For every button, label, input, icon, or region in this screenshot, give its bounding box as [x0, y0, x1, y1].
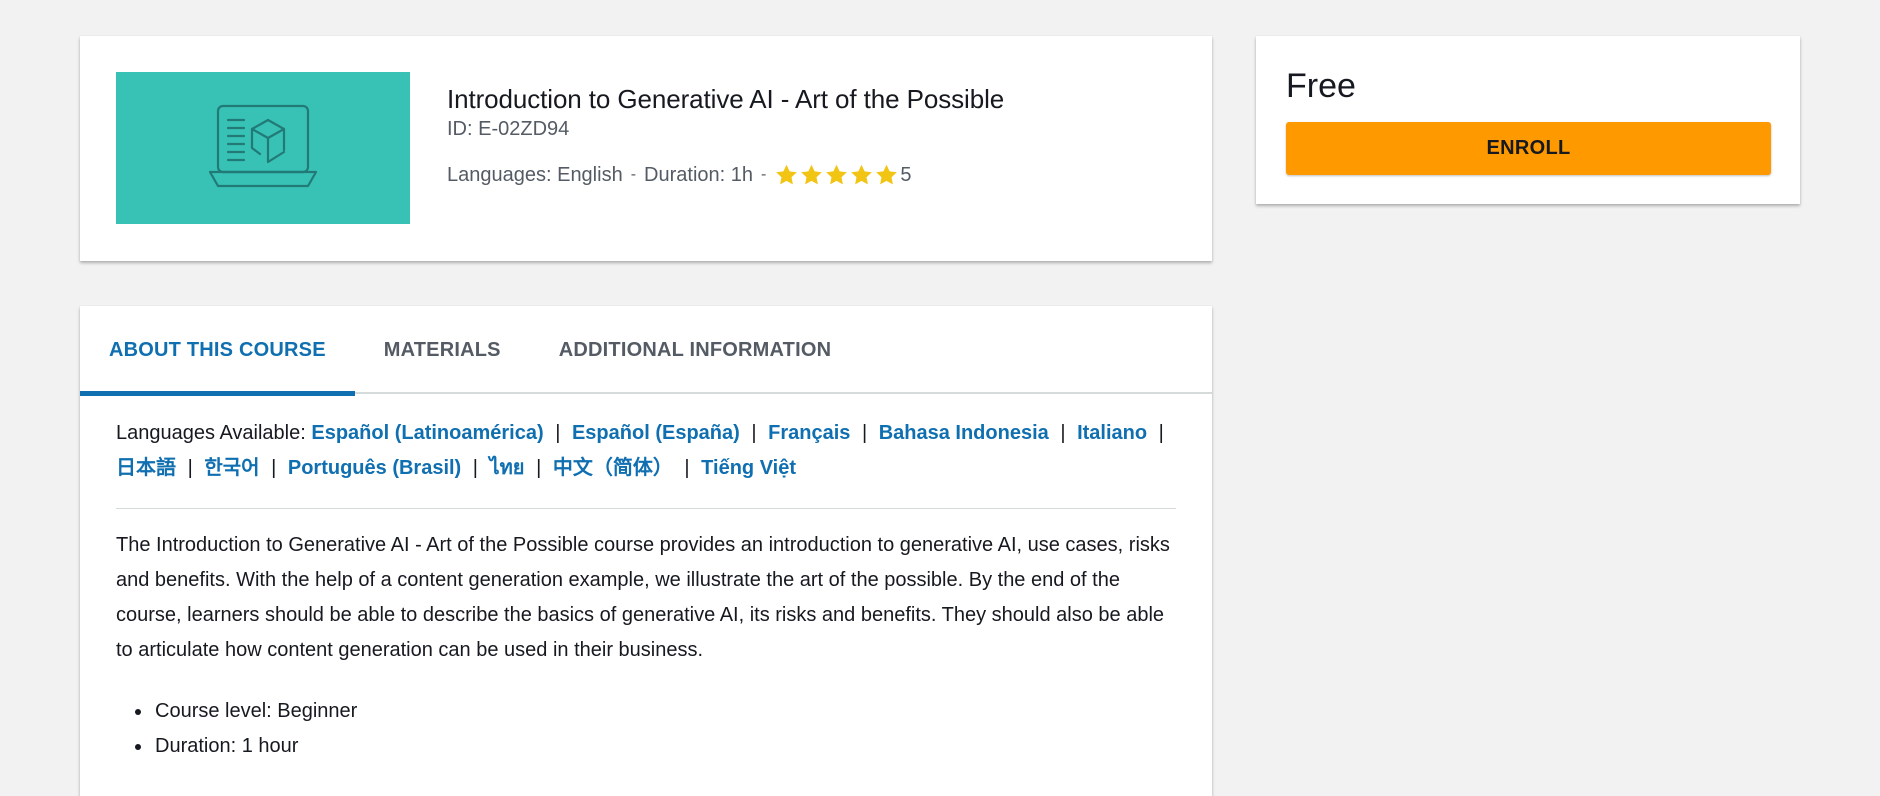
tab-additional-information[interactable]: ADDITIONAL INFORMATION [530, 306, 861, 394]
course-languages: Languages: English [447, 164, 623, 186]
language-separator: | [555, 422, 561, 444]
language-separator: | [684, 457, 690, 479]
enroll-button[interactable]: ENROLL [1286, 122, 1771, 175]
star-icon [826, 164, 848, 185]
language-link[interactable]: 한국어 [204, 457, 259, 479]
meta-separator: - [761, 166, 767, 183]
language-link[interactable]: 日本語 [116, 457, 176, 479]
course-facts-list: Course level: Beginner Duration: 1 hour [116, 694, 1176, 764]
course-title: Introduction to Generative AI - Art of t… [447, 84, 1005, 114]
languages-available: Languages Available: Español (Latinoamér… [116, 416, 1176, 509]
language-link[interactable]: Español (España) [572, 422, 740, 444]
language-link[interactable]: Português (Brasil) [288, 457, 461, 479]
language-link[interactable]: ไทย [490, 457, 525, 479]
fact-duration: Duration: 1 hour [153, 729, 1176, 764]
star-rating [774, 163, 899, 187]
language-separator: | [861, 422, 868, 444]
course-thumbnail [116, 72, 410, 224]
course-price: Free [1286, 67, 1356, 105]
language-link[interactable]: Tiếng Việt [701, 457, 796, 479]
language-link[interactable]: 中文（简体） [553, 457, 673, 479]
tab-materials[interactable]: MATERIALS [355, 306, 530, 394]
language-link[interactable]: Bahasa Indonesia [879, 422, 1049, 444]
language-separator: | [536, 457, 542, 479]
star-icon [776, 164, 798, 185]
laptop-cube-icon [208, 104, 318, 188]
language-link[interactable]: Español (Latinoamérica) [311, 422, 543, 444]
rating-value: 5 [900, 164, 912, 186]
language-separator: | [751, 422, 757, 444]
language-separator: | [271, 457, 277, 479]
star-icon [851, 164, 873, 185]
language-link[interactable]: Français [768, 422, 850, 444]
language-separator: | [1158, 422, 1164, 444]
course-description: The Introduction to Generative AI - Art … [116, 534, 1170, 661]
course-id: ID: E-02ZD94 [447, 118, 570, 140]
about-panel: Languages Available: Español (Latinoamér… [116, 416, 1176, 764]
tab-bar: ABOUT THIS COURSE MATERIALS ADDITIONAL I… [80, 306, 1212, 396]
tab-about-this-course[interactable]: ABOUT THIS COURSE [80, 306, 355, 396]
meta-separator: - [630, 166, 637, 183]
course-details-card: ABOUT THIS COURSE MATERIALS ADDITIONAL I… [80, 306, 1212, 796]
course-header-card: Introduction to Generative AI - Art of t… [80, 36, 1212, 261]
star-icon [876, 164, 898, 185]
fact-course-level: Course level: Beginner [153, 694, 1176, 729]
language-separator: | [187, 457, 193, 479]
language-separator: | [1060, 422, 1066, 444]
star-icon [801, 164, 823, 185]
language-link[interactable]: Italiano [1077, 422, 1147, 444]
languages-available-label: Languages Available: [116, 422, 306, 444]
course-meta: Languages: English - Duration: 1h - 5 [447, 162, 1004, 188]
course-info: Introduction to Generative AI - Art of t… [447, 82, 1004, 188]
purchase-card: Free ENROLL [1256, 36, 1800, 204]
course-duration: Duration: 1h [644, 164, 753, 186]
language-separator: | [472, 457, 478, 479]
